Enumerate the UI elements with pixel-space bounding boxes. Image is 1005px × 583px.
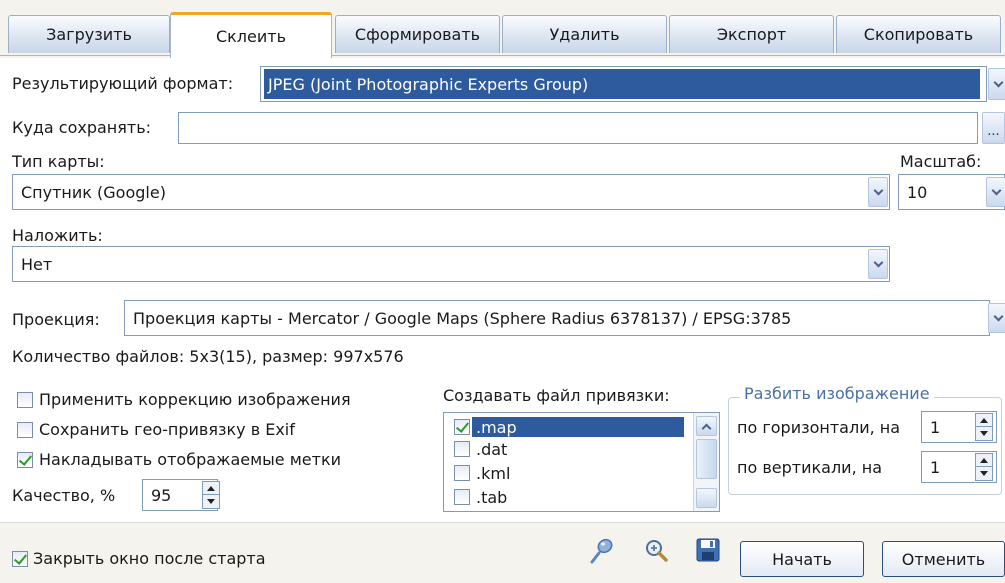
apply-correction-label: Применить коррекцию изображения bbox=[39, 390, 351, 409]
overlay-value: Нет bbox=[21, 254, 53, 274]
tab-export[interactable]: Экспорт bbox=[669, 15, 834, 53]
binding-kml-checkbox[interactable] bbox=[454, 465, 470, 481]
save-icon[interactable] bbox=[694, 536, 722, 564]
spinner-down-icon[interactable] bbox=[976, 427, 992, 440]
overlay-label: Наложить: bbox=[12, 226, 103, 245]
split-image-title: Разбить изображение bbox=[740, 384, 934, 404]
projection-label: Проекция: bbox=[12, 310, 100, 329]
binding-map-checkbox[interactable] bbox=[454, 419, 470, 435]
split-vertical-value: 1 bbox=[930, 457, 941, 477]
spinner-up-icon[interactable] bbox=[203, 482, 219, 495]
list-item[interactable]: .tab bbox=[444, 486, 507, 508]
tab-load[interactable]: Загрузить bbox=[8, 15, 170, 53]
projection-value: Проекция карты - Mercator / Google Maps … bbox=[133, 308, 792, 328]
map-type-label: Тип карты: bbox=[12, 152, 105, 171]
scale-dropdown-button[interactable] bbox=[986, 177, 1005, 207]
save-to-input[interactable] bbox=[178, 112, 978, 144]
spinner-down-icon[interactable] bbox=[203, 495, 219, 508]
list-item-label: .tab bbox=[476, 487, 508, 507]
close-after-start-checkbox[interactable] bbox=[12, 551, 28, 567]
tab-baseline bbox=[0, 55, 1005, 56]
cancel-button[interactable]: Отменить bbox=[882, 541, 1005, 577]
zoom-icon[interactable] bbox=[642, 536, 672, 566]
split-vertical-spinner[interactable] bbox=[975, 453, 993, 481]
spinner-up-icon[interactable] bbox=[976, 454, 992, 467]
scroll-up-button[interactable] bbox=[696, 416, 717, 436]
tab-label: Экспорт bbox=[716, 25, 787, 44]
result-format-select[interactable]: JPEG (Joint Photographic Experts Group) bbox=[260, 66, 987, 102]
chevron-down-icon bbox=[991, 185, 1001, 195]
tab-label: Удалить bbox=[549, 25, 620, 44]
apply-correction-checkbox[interactable] bbox=[17, 392, 33, 408]
result-format-value: JPEG (Joint Photographic Experts Group) bbox=[264, 69, 980, 99]
split-vertical-label: по вертикали, на bbox=[737, 458, 883, 477]
list-item-label: .dat bbox=[476, 439, 508, 459]
save-geo-exif-label: Сохранить гео-привязку в Exif bbox=[39, 420, 295, 439]
file-info-text: Количество файлов: 5x3(15), размер: 997x… bbox=[12, 347, 404, 366]
chevron-down-icon bbox=[873, 257, 883, 267]
list-item-label: .map bbox=[472, 417, 684, 437]
browse-button-label: ... bbox=[987, 124, 1000, 139]
chevron-down-icon bbox=[873, 185, 883, 195]
tab-label: Загрузить bbox=[46, 25, 132, 44]
scroll-down-button[interactable] bbox=[696, 488, 717, 508]
quality-label: Качество, % bbox=[12, 486, 116, 505]
overlay-marks-checkbox[interactable] bbox=[17, 452, 33, 468]
map-type-select[interactable]: Спутник (Google) bbox=[12, 174, 890, 210]
browse-button[interactable]: ... bbox=[982, 112, 1005, 144]
close-after-start-label: Закрыть окно после старта bbox=[33, 549, 266, 568]
scale-label: Масштаб: bbox=[900, 152, 982, 171]
spinner-up-icon[interactable] bbox=[976, 414, 992, 427]
scroll-thumb[interactable] bbox=[696, 439, 717, 479]
start-button-label: Начать bbox=[772, 549, 832, 569]
split-horizontal-spinner[interactable] bbox=[975, 413, 993, 441]
start-button[interactable]: Начать bbox=[740, 541, 864, 577]
chevron-down-icon bbox=[993, 311, 1003, 321]
save-geo-exif-checkbox[interactable] bbox=[17, 422, 33, 438]
list-item[interactable]: .map bbox=[444, 416, 684, 438]
overlay-dropdown-button[interactable] bbox=[868, 249, 888, 279]
overlay-select[interactable]: Нет bbox=[12, 246, 890, 282]
result-format-label: Результирующий формат: bbox=[12, 74, 234, 93]
binding-listbox[interactable]: .map .dat .kml .tab bbox=[443, 412, 720, 512]
quality-spinner[interactable] bbox=[202, 481, 220, 509]
map-type-value: Спутник (Google) bbox=[21, 182, 166, 202]
binding-label: Создавать файл привязки: bbox=[443, 386, 670, 405]
spinner-down-icon[interactable] bbox=[976, 467, 992, 480]
tab-label: Сформировать bbox=[354, 25, 481, 44]
binding-dat-checkbox[interactable] bbox=[454, 441, 470, 457]
save-to-label: Куда сохранять: bbox=[12, 118, 152, 137]
projection-dropdown-button[interactable] bbox=[988, 303, 1005, 333]
tab-stitch[interactable]: Склеить bbox=[170, 12, 332, 58]
list-item[interactable]: .dat bbox=[444, 438, 507, 460]
chevron-up-icon bbox=[701, 423, 712, 433]
tab-label: Скопировать bbox=[863, 25, 974, 44]
tab-delete[interactable]: Удалить bbox=[502, 15, 667, 53]
list-item-label: .kml bbox=[476, 463, 511, 483]
quality-value: 95 bbox=[151, 485, 172, 505]
split-horizontal-value: 1 bbox=[930, 417, 941, 437]
overlay-marks-label: Накладывать отображаемые метки bbox=[39, 450, 342, 469]
map-type-dropdown-button[interactable] bbox=[868, 177, 888, 207]
binding-tab-checkbox[interactable] bbox=[454, 489, 470, 505]
cancel-button-label: Отменить bbox=[901, 549, 986, 569]
listbox-scrollbar[interactable] bbox=[693, 413, 719, 511]
pin-icon[interactable] bbox=[586, 536, 616, 566]
tab-label: Склеить bbox=[215, 27, 287, 46]
chevron-down-icon bbox=[993, 77, 1003, 87]
list-item[interactable]: .kml bbox=[444, 462, 510, 484]
result-format-dropdown-button[interactable] bbox=[988, 68, 1005, 100]
split-horizontal-label: по горизонтали, на bbox=[737, 418, 901, 437]
scale-value: 10 bbox=[907, 182, 928, 202]
projection-select[interactable]: Проекция карты - Mercator / Google Maps … bbox=[124, 300, 990, 336]
tab-generate[interactable]: Сформировать bbox=[335, 15, 500, 53]
tab-copy[interactable]: Скопировать bbox=[836, 15, 1001, 53]
